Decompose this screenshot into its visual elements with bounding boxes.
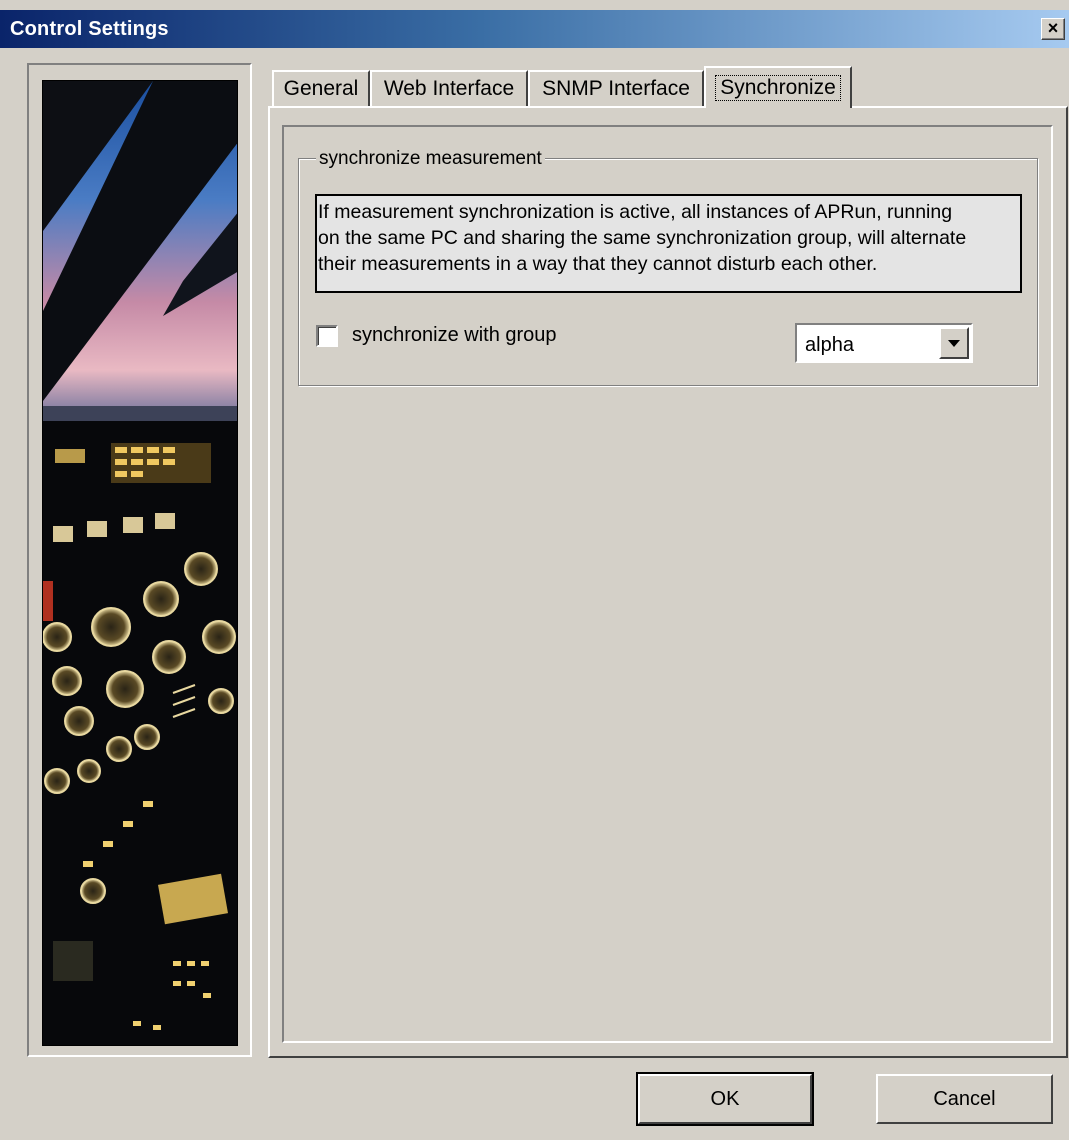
synchronize-checkbox-label[interactable]: synchronize with group [352,324,557,347]
ok-button[interactable]: OK [636,1072,814,1126]
cockpit-image [42,80,238,1046]
group-select[interactable]: alpha [795,323,973,363]
cancel-button[interactable]: Cancel [876,1074,1053,1124]
tab-general-label: General [283,77,359,100]
tab-snmp-interface-label: SNMP Interface [542,77,690,100]
tab-synchronize[interactable]: Synchronize [704,66,852,108]
tab-snmp-interface[interactable]: SNMP Interface [528,70,704,106]
close-button[interactable]: × [1041,18,1065,40]
groupbox-title: synchronize measurement [316,148,545,170]
close-icon: × [1047,18,1059,38]
tab-general[interactable]: General [272,70,370,106]
group-select-value: alpha [805,334,854,356]
title-bar: Control Settings × [0,10,1069,48]
synchronize-checkbox[interactable] [316,325,338,347]
dropdown-arrow-icon[interactable] [939,327,969,359]
cockpit-photo [43,81,237,1045]
info-text: If measurement synchronization is active… [315,194,1022,293]
tab-web-interface-label: Web Interface [383,77,515,100]
ok-button-label: OK [710,1087,740,1110]
tab-web-interface[interactable]: Web Interface [370,70,528,106]
cancel-button-label: Cancel [933,1087,996,1110]
window-title: Control Settings [10,18,169,40]
tab-synchronize-label: Synchronize [715,75,841,101]
